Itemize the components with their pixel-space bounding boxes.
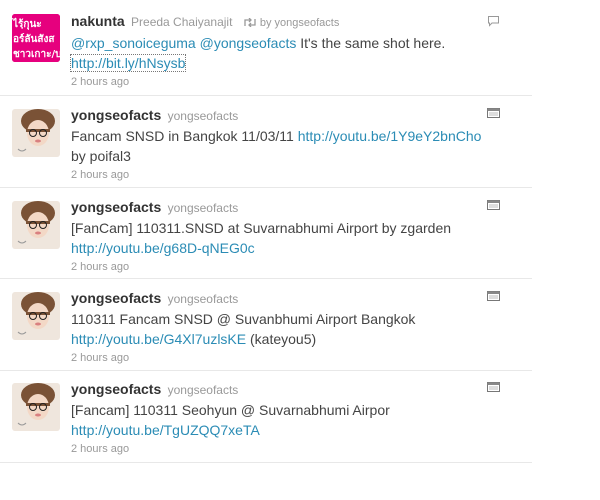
- tweet-text-part: (kateyou5): [246, 331, 317, 347]
- url-link[interactable]: http://youtu.be/G4Xl7uzlsKE: [71, 331, 246, 347]
- tweet-body: yongseofacts yongseofacts [FanCam] 11031…: [71, 200, 511, 274]
- timestamp[interactable]: 2 hours ago: [71, 352, 511, 364]
- tweet-header: yongseofacts yongseofacts: [71, 291, 511, 307]
- tweet-text: Fancam SNSD in Bangkok 11/03/11 http://y…: [71, 126, 511, 166]
- mention-link[interactable]: @yongseofacts: [200, 35, 297, 51]
- tweet-text: [Fancam] 110311 Seohyun @ Suvarnabhumi A…: [71, 400, 511, 440]
- tweet-text-part: [Fancam] 110311 Seohyun @ Suvarnabhumi A…: [71, 402, 390, 418]
- tweet-header: yongseofacts yongseofacts: [71, 108, 511, 124]
- tweet-text-part: [FanCam] 110311.SNSD at Suvarnabhumi Air…: [71, 220, 452, 236]
- timeline: ไรฺ้กุนะ อร์ลันสังส ชาวเกาะ/บ nakunta Pr…: [0, 0, 532, 500]
- avatar-text-line-2: อร์ลันสังส: [13, 33, 55, 45]
- tweet-item: yongseofacts yongseofacts [Fancam] 11031…: [0, 371, 532, 463]
- avatar-text-line-1: ไรฺ้กุนะ: [12, 17, 42, 30]
- screen-name[interactable]: yongseofacts: [71, 199, 161, 215]
- media-icon[interactable]: [487, 200, 500, 210]
- url-link[interactable]: http://youtu.be/TgUZQQ7xeTA: [71, 422, 260, 438]
- screen-name[interactable]: yongseofacts: [71, 107, 161, 123]
- avatar[interactable]: [12, 292, 60, 340]
- url-link[interactable]: http://youtu.be/1Y9eY2bnCho: [298, 128, 482, 144]
- screen-name[interactable]: yongseofacts: [71, 381, 161, 397]
- avatar-image: [12, 201, 60, 249]
- tweet-text: @rxp_sonoiceguma @yongseofacts It's the …: [69, 33, 511, 73]
- media-icon[interactable]: [487, 291, 500, 301]
- tweet-item: yongseofacts yongseofacts Fancam SNSD in…: [0, 96, 532, 188]
- full-name: yongseofacts: [167, 292, 239, 306]
- url-link[interactable]: http://bit.ly/hNsysb: [69, 54, 187, 72]
- tweet-text-part: 110311 Fancam SNSD @ Suvanbhumi Airport …: [71, 311, 416, 327]
- media-icon[interactable]: [487, 382, 500, 392]
- reply-icon[interactable]: [487, 15, 500, 27]
- tweet-item: ไรฺ้กุนะ อร์ลันสังส ชาวเกาะ/บ nakunta Pr…: [0, 0, 532, 96]
- full-name: Preeda Chaiyanajit: [131, 15, 233, 29]
- tweet-text-part: by poifal3: [71, 148, 131, 164]
- tweet-body: yongseofacts yongseofacts 110311 Fancam …: [71, 291, 511, 365]
- tweet-header: yongseofacts yongseofacts: [71, 200, 511, 216]
- tweet-header: nakunta Preeda Chaiyanajit by yongseofac…: [71, 14, 511, 31]
- tweet-item: yongseofacts yongseofacts 110311 Fancam …: [0, 279, 532, 371]
- tweet-item: yongseofacts yongseofacts [FanCam] 11031…: [0, 188, 532, 279]
- mention-link[interactable]: @rxp_sonoiceguma: [71, 35, 196, 51]
- retweet-indicator: by yongseofacts: [239, 17, 340, 29]
- timestamp[interactable]: 2 hours ago: [71, 443, 511, 455]
- retweeted-by[interactable]: by yongseofacts: [260, 17, 340, 29]
- avatar-text-line-3: ชาวเกาะ/บ: [13, 49, 60, 60]
- tweet-text-part: It's the same shot here.: [296, 35, 446, 51]
- avatar[interactable]: [12, 201, 60, 249]
- avatar-image: [12, 383, 60, 431]
- avatar-image: [12, 109, 60, 157]
- full-name: yongseofacts: [167, 201, 239, 215]
- full-name: yongseofacts: [167, 109, 239, 123]
- url-link[interactable]: http://youtu.be/g68D-qNEG0c: [71, 240, 255, 256]
- tweet-text: [FanCam] 110311.SNSD at Suvarnabhumi Air…: [71, 218, 511, 258]
- timestamp[interactable]: 2 hours ago: [71, 169, 511, 181]
- media-icon[interactable]: [487, 108, 500, 118]
- tweet-body: yongseofacts yongseofacts Fancam SNSD in…: [71, 108, 511, 182]
- avatar-image: ไรฺ้กุนะ อร์ลันสังส ชาวเกาะ/บ: [12, 14, 60, 62]
- timestamp[interactable]: 2 hours ago: [71, 76, 511, 88]
- screen-name[interactable]: nakunta: [71, 13, 125, 29]
- tweet-text-part: Fancam SNSD in Bangkok 11/03/11: [71, 128, 298, 144]
- tweet-header: yongseofacts yongseofacts: [71, 382, 511, 398]
- screen-name[interactable]: yongseofacts: [71, 290, 161, 306]
- tweet-body: yongseofacts yongseofacts [Fancam] 11031…: [71, 382, 511, 456]
- avatar[interactable]: [12, 383, 60, 431]
- avatar[interactable]: [12, 109, 60, 157]
- retweet-icon: [244, 17, 256, 28]
- timestamp[interactable]: 2 hours ago: [71, 261, 511, 273]
- tweet-body: nakunta Preeda Chaiyanajit by yongseofac…: [69, 14, 511, 88]
- avatar-image: [12, 292, 60, 340]
- avatar[interactable]: ไรฺ้กุนะ อร์ลันสังส ชาวเกาะ/บ: [12, 14, 60, 62]
- tweet-text: 110311 Fancam SNSD @ Suvanbhumi Airport …: [71, 309, 511, 349]
- full-name: yongseofacts: [167, 383, 239, 397]
